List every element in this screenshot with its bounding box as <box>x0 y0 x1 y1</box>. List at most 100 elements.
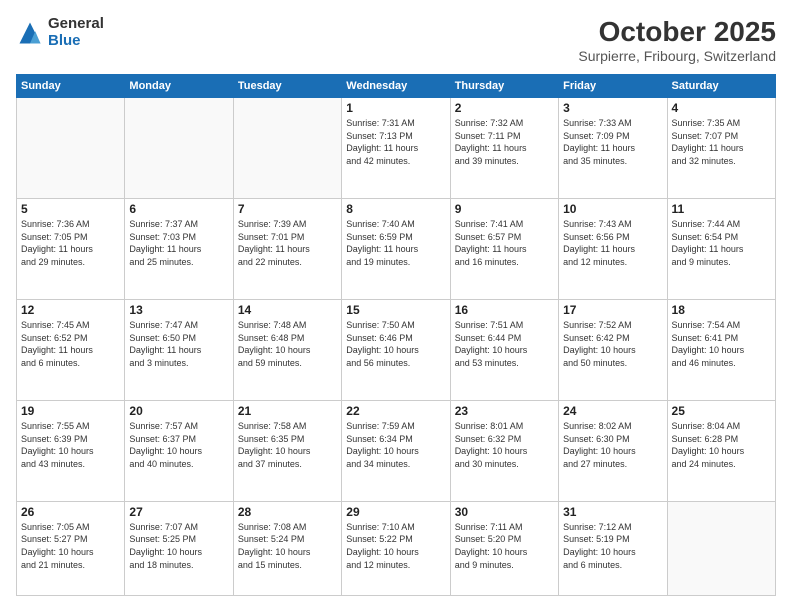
weekday-header-friday: Friday <box>559 75 667 98</box>
calendar-cell: 1 Sunrise: 7:31 AM Sunset: 7:13 PM Daylig… <box>342 98 450 199</box>
day-number: 9 <box>455 202 554 216</box>
calendar-cell: 10 Sunrise: 7:43 AM Sunset: 6:56 PM Dayli… <box>559 198 667 299</box>
calendar-cell: 15 Sunrise: 7:50 AM Sunset: 6:46 PM Dayli… <box>342 299 450 400</box>
week-row-3: 19 Sunrise: 7:55 AM Sunset: 6:39 PM Dayli… <box>17 400 776 501</box>
day-number: 26 <box>21 505 120 519</box>
day-info: Sunrise: 7:11 AM Sunset: 5:20 PM Dayligh… <box>455 521 554 571</box>
logo-general-text: General <box>48 16 104 33</box>
day-info: Sunrise: 7:40 AM Sunset: 6:59 PM Dayligh… <box>346 218 445 268</box>
calendar-cell: 6 Sunrise: 7:37 AM Sunset: 7:03 PM Daylig… <box>125 198 233 299</box>
calendar-cell: 8 Sunrise: 7:40 AM Sunset: 6:59 PM Daylig… <box>342 198 450 299</box>
header: General Blue October 2025 Surpierre, Fri… <box>16 16 776 64</box>
week-row-0: 1 Sunrise: 7:31 AM Sunset: 7:13 PM Daylig… <box>17 98 776 199</box>
calendar-cell <box>17 98 125 199</box>
day-number: 6 <box>129 202 228 216</box>
day-number: 18 <box>672 303 771 317</box>
day-info: Sunrise: 7:07 AM Sunset: 5:25 PM Dayligh… <box>129 521 228 571</box>
calendar-table: SundayMondayTuesdayWednesdayThursdayFrid… <box>16 74 776 596</box>
month-title: October 2025 <box>578 16 776 48</box>
day-number: 22 <box>346 404 445 418</box>
day-info: Sunrise: 8:01 AM Sunset: 6:32 PM Dayligh… <box>455 420 554 470</box>
day-number: 4 <box>672 101 771 115</box>
day-number: 13 <box>129 303 228 317</box>
day-number: 7 <box>238 202 337 216</box>
day-number: 16 <box>455 303 554 317</box>
day-info: Sunrise: 7:51 AM Sunset: 6:44 PM Dayligh… <box>455 319 554 369</box>
day-info: Sunrise: 7:43 AM Sunset: 6:56 PM Dayligh… <box>563 218 662 268</box>
day-number: 31 <box>563 505 662 519</box>
weekday-header-saturday: Saturday <box>667 75 775 98</box>
calendar-cell: 26Sunrise: 7:05 AM Sunset: 5:27 PM Dayli… <box>17 501 125 595</box>
location-title: Surpierre, Fribourg, Switzerland <box>578 48 776 64</box>
day-info: Sunrise: 7:52 AM Sunset: 6:42 PM Dayligh… <box>563 319 662 369</box>
day-info: Sunrise: 7:47 AM Sunset: 6:50 PM Dayligh… <box>129 319 228 369</box>
day-info: Sunrise: 7:41 AM Sunset: 6:57 PM Dayligh… <box>455 218 554 268</box>
logo-text: General Blue <box>48 16 104 49</box>
day-info: Sunrise: 7:08 AM Sunset: 5:24 PM Dayligh… <box>238 521 337 571</box>
calendar-cell: 7Sunrise: 7:39 AM Sunset: 7:01 PM Daylig… <box>233 198 341 299</box>
weekday-header-sunday: Sunday <box>17 75 125 98</box>
day-number: 25 <box>672 404 771 418</box>
day-number: 5 <box>21 202 120 216</box>
calendar-cell: 11 Sunrise: 7:44 AM Sunset: 6:54 PM Dayli… <box>667 198 775 299</box>
week-row-1: 5 Sunrise: 7:36 AM Sunset: 7:05 PM Daylig… <box>17 198 776 299</box>
day-info: Sunrise: 7:50 AM Sunset: 6:46 PM Dayligh… <box>346 319 445 369</box>
calendar-cell: 24Sunrise: 8:02 AM Sunset: 6:30 PM Dayli… <box>559 400 667 501</box>
calendar-cell: 22 Sunrise: 7:59 AM Sunset: 6:34 PM Dayli… <box>342 400 450 501</box>
day-number: 8 <box>346 202 445 216</box>
day-number: 20 <box>129 404 228 418</box>
calendar-cell: 13 Sunrise: 7:47 AM Sunset: 6:50 PM Dayli… <box>125 299 233 400</box>
day-number: 23 <box>455 404 554 418</box>
weekday-header-monday: Monday <box>125 75 233 98</box>
day-info: Sunrise: 7:36 AM Sunset: 7:05 PM Dayligh… <box>21 218 120 268</box>
week-row-4: 26Sunrise: 7:05 AM Sunset: 5:27 PM Dayli… <box>17 501 776 595</box>
logo: General Blue <box>16 16 104 49</box>
calendar-cell: 16 Sunrise: 7:51 AM Sunset: 6:44 PM Dayli… <box>450 299 558 400</box>
day-info: Sunrise: 7:45 AM Sunset: 6:52 PM Dayligh… <box>21 319 120 369</box>
calendar-cell <box>233 98 341 199</box>
day-info: Sunrise: 7:32 AM Sunset: 7:11 PM Dayligh… <box>455 117 554 167</box>
calendar-cell: 9 Sunrise: 7:41 AM Sunset: 6:57 PM Daylig… <box>450 198 558 299</box>
day-info: Sunrise: 7:33 AM Sunset: 7:09 PM Dayligh… <box>563 117 662 167</box>
weekday-header-wednesday: Wednesday <box>342 75 450 98</box>
day-number: 27 <box>129 505 228 519</box>
calendar-cell: 5 Sunrise: 7:36 AM Sunset: 7:05 PM Daylig… <box>17 198 125 299</box>
calendar-cell: 21Sunrise: 7:58 AM Sunset: 6:35 PM Dayli… <box>233 400 341 501</box>
calendar-cell: 30Sunrise: 7:11 AM Sunset: 5:20 PM Dayli… <box>450 501 558 595</box>
day-info: Sunrise: 7:55 AM Sunset: 6:39 PM Dayligh… <box>21 420 120 470</box>
day-number: 3 <box>563 101 662 115</box>
day-number: 10 <box>563 202 662 216</box>
page: General Blue October 2025 Surpierre, Fri… <box>0 0 792 612</box>
calendar-cell: 27 Sunrise: 7:07 AM Sunset: 5:25 PM Dayli… <box>125 501 233 595</box>
logo-icon <box>16 19 44 47</box>
day-number: 11 <box>672 202 771 216</box>
title-block: October 2025 Surpierre, Fribourg, Switze… <box>578 16 776 64</box>
day-info: Sunrise: 7:59 AM Sunset: 6:34 PM Dayligh… <box>346 420 445 470</box>
calendar-cell: 31 Sunrise: 7:12 AM Sunset: 5:19 PM Dayli… <box>559 501 667 595</box>
calendar-cell: 29Sunrise: 7:10 AM Sunset: 5:22 PM Dayli… <box>342 501 450 595</box>
day-info: Sunrise: 7:31 AM Sunset: 7:13 PM Dayligh… <box>346 117 445 167</box>
day-info: Sunrise: 7:54 AM Sunset: 6:41 PM Dayligh… <box>672 319 771 369</box>
day-info: Sunrise: 7:37 AM Sunset: 7:03 PM Dayligh… <box>129 218 228 268</box>
calendar-cell: 17Sunrise: 7:52 AM Sunset: 6:42 PM Dayli… <box>559 299 667 400</box>
weekday-header-tuesday: Tuesday <box>233 75 341 98</box>
day-info: Sunrise: 7:44 AM Sunset: 6:54 PM Dayligh… <box>672 218 771 268</box>
day-number: 1 <box>346 101 445 115</box>
day-number: 21 <box>238 404 337 418</box>
week-row-2: 12 Sunrise: 7:45 AM Sunset: 6:52 PM Dayli… <box>17 299 776 400</box>
day-info: Sunrise: 7:12 AM Sunset: 5:19 PM Dayligh… <box>563 521 662 571</box>
day-info: Sunrise: 8:04 AM Sunset: 6:28 PM Dayligh… <box>672 420 771 470</box>
calendar-cell: 23 Sunrise: 8:01 AM Sunset: 6:32 PM Dayli… <box>450 400 558 501</box>
day-number: 19 <box>21 404 120 418</box>
day-info: Sunrise: 7:35 AM Sunset: 7:07 PM Dayligh… <box>672 117 771 167</box>
calendar-cell: 25 Sunrise: 8:04 AM Sunset: 6:28 PM Dayli… <box>667 400 775 501</box>
day-number: 24 <box>563 404 662 418</box>
calendar-cell: 28 Sunrise: 7:08 AM Sunset: 5:24 PM Dayli… <box>233 501 341 595</box>
day-number: 12 <box>21 303 120 317</box>
calendar-cell: 4 Sunrise: 7:35 AM Sunset: 7:07 PM Daylig… <box>667 98 775 199</box>
calendar-cell <box>125 98 233 199</box>
calendar-cell: 20Sunrise: 7:57 AM Sunset: 6:37 PM Dayli… <box>125 400 233 501</box>
day-number: 28 <box>238 505 337 519</box>
calendar-cell: 3 Sunrise: 7:33 AM Sunset: 7:09 PM Daylig… <box>559 98 667 199</box>
day-number: 15 <box>346 303 445 317</box>
